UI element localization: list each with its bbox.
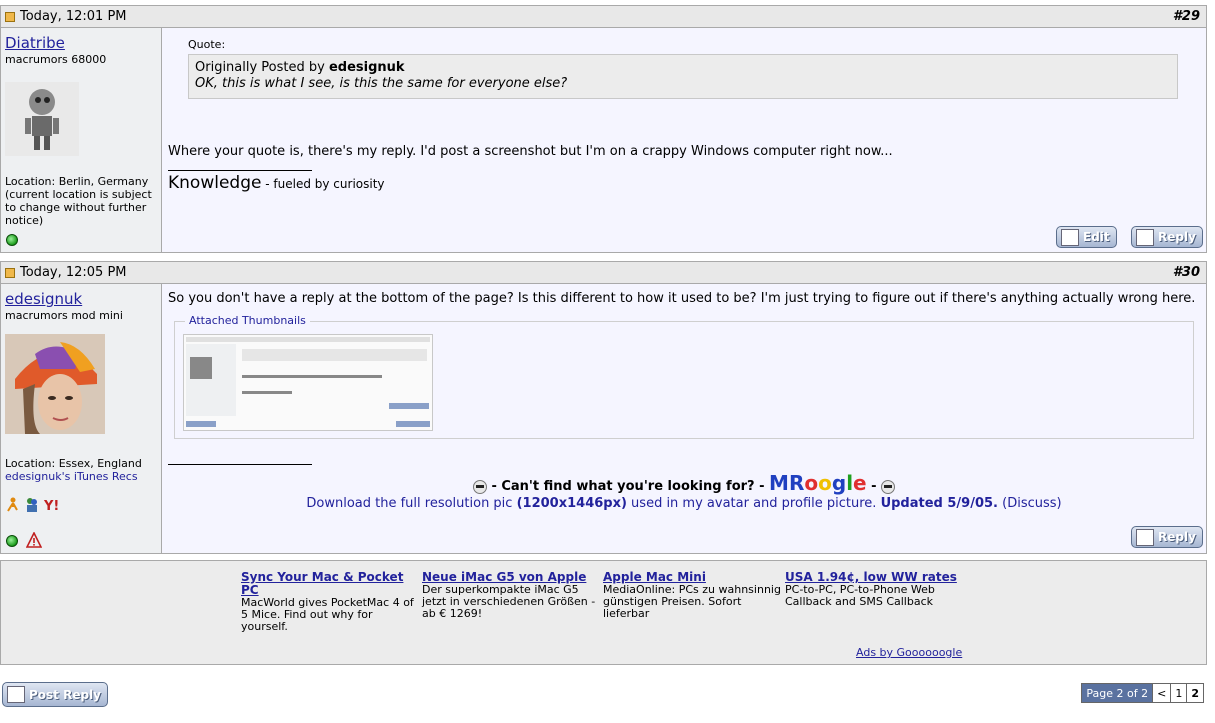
page-current-2: 2 [1186, 684, 1203, 702]
ad-text: Der superkompakte iMac G5 jetzt in versc… [422, 583, 596, 620]
ad-text: PC-to-PC, PC-to-Phone Web Callback and S… [785, 583, 935, 608]
post-header: Today, 12:01 PM #29 [1, 6, 1206, 28]
user-title: macrumors 68000 [5, 53, 107, 66]
post-content: So you don't have a reply at the bottom … [162, 284, 1206, 553]
quote-author: edesignuk [328, 60, 405, 75]
post-header: Today, 12:05 PM #30 [1, 262, 1206, 284]
post-content: Quote: Originally Posted by edesignuk OK… [162, 28, 1206, 252]
download-resolution: (1200x1446px) [516, 496, 627, 511]
post-reply-icon [7, 686, 25, 703]
ad-item: USA 1.94¢, low WW rates PC-to-PC, PC-to-… [785, 571, 963, 608]
online-status-icon [6, 234, 18, 246]
quote-text: OK, this is what I see, is this the same… [195, 76, 568, 91]
page-link-1[interactable]: 1 [1170, 684, 1187, 702]
edit-button-label: Edit [1083, 230, 1110, 244]
post-message: Where your quote is, there's my reply. I… [168, 144, 893, 159]
mroogle-prefix: - Can't find what you're looking for? - [486, 479, 770, 494]
quote-label: Quote: [188, 38, 226, 51]
reply-button-label: Reply [1158, 530, 1196, 544]
post-icon [5, 267, 15, 278]
ad-text: MacWorld gives PocketMac 4 of 5 Mice. Fi… [241, 596, 414, 633]
username-link[interactable]: edesignuk [5, 290, 157, 308]
post-date: Today, 12:01 PM [20, 9, 127, 24]
svg-text:Y!: Y! [43, 499, 58, 512]
ad-title-link[interactable]: Sync Your Mac & Pocket PC [241, 571, 419, 597]
avatar [5, 334, 105, 434]
post-message: So you don't have a reply at the bottom … [168, 291, 1196, 306]
user-info: edesignuk macrumors mod mini Location: E… [1, 284, 162, 553]
avatar [5, 82, 79, 156]
attached-thumbnails: Attached Thumbnails [174, 314, 1194, 439]
user-info: Diatribe macrumors 68000 Location: Berli… [1, 28, 162, 252]
ad-item: Apple Mac Mini MediaOnline: PCs zu wahns… [603, 571, 781, 620]
cool-smiley-icon [881, 479, 896, 494]
post-icon [5, 11, 15, 22]
mroogle-signature: - Can't find what you're looking for? - … [168, 471, 1200, 495]
post-reply-button[interactable]: Post Reply [2, 682, 108, 707]
reply-icon [1136, 529, 1154, 546]
user-location: Location: Essex, England [5, 457, 142, 470]
quote-author-prefix: Originally Posted by [195, 60, 325, 75]
post-number-link[interactable]: #30 [1173, 265, 1200, 280]
yahoo-icon[interactable]: Y! [43, 497, 58, 512]
post-number-link[interactable]: #29 [1173, 9, 1200, 24]
ad-item: Sync Your Mac & Pocket PC MacWorld gives… [241, 571, 419, 633]
online-status-icon [6, 535, 18, 547]
post-date: Today, 12:05 PM [20, 265, 127, 280]
download-text: Download the full resolution pic [306, 496, 513, 511]
ad-item: Neue iMac G5 von Apple Der superkompakte… [422, 571, 600, 620]
reply-button-label: Reply [1158, 230, 1196, 244]
user-title: macrumors mod mini [5, 309, 123, 322]
download-updated: Updated 5/9/05. [880, 496, 998, 511]
msn-icon[interactable] [24, 497, 39, 512]
ads-panel: Sync Your Mac & Pocket PC MacWorld gives… [0, 560, 1207, 665]
ads-by-google-link[interactable]: Ads by Goooooogle [856, 646, 962, 659]
aim-icon[interactable] [5, 497, 20, 512]
post-29: Today, 12:01 PM #29 Diatribe macrumors 6… [0, 5, 1207, 253]
cool-smiley-icon [472, 479, 487, 494]
download-link[interactable]: Download the full resolution pic (1200x1… [306, 496, 998, 511]
download-line: Download the full resolution pic (1200x1… [168, 496, 1200, 511]
attached-thumbnails-label: Attached Thumbnails [185, 314, 310, 327]
page-indicator: Page 2 of 2 [1082, 684, 1153, 702]
edit-icon [1061, 229, 1079, 246]
signature-divider [168, 170, 312, 171]
mroogle-suffix: - [866, 479, 882, 494]
prev-page-link[interactable]: < [1152, 684, 1171, 702]
report-post-icon[interactable] [26, 532, 42, 548]
attachment-thumbnail[interactable] [183, 334, 433, 431]
post-reply-label: Post Reply [29, 687, 101, 702]
signature-knowledge: Knowledge [168, 173, 262, 193]
discuss-link[interactable]: (Discuss) [1002, 496, 1061, 511]
ad-text: MediaOnline: PCs zu wahnsinnig günstigen… [603, 583, 781, 620]
signature-tagline: - fueled by curiosity [261, 177, 385, 191]
reply-button[interactable]: Reply [1131, 526, 1203, 548]
download-mid: used in my avatar and profile picture. [626, 496, 877, 511]
user-location: Location: Berlin, Germany (current locat… [5, 175, 152, 227]
edit-button[interactable]: Edit [1056, 226, 1117, 248]
pagination: Page 2 of 2 < 1 2 [1081, 683, 1204, 703]
signature: Knowledge - fueled by curiosity [168, 173, 1200, 193]
reply-icon [1136, 229, 1154, 246]
username-link[interactable]: Diatribe [5, 34, 157, 52]
signature-divider [168, 464, 312, 465]
post-30: Today, 12:05 PM #30 edesignuk macrumors … [0, 261, 1207, 554]
mroogle-link[interactable]: MRoogle [769, 471, 867, 495]
quote-box: Originally Posted by edesignuk OK, this … [188, 54, 1178, 99]
contact-icons: Y! [5, 497, 157, 512]
itunes-recs-link[interactable]: edesignuk's iTunes Recs [5, 470, 157, 483]
reply-button[interactable]: Reply [1131, 226, 1203, 248]
